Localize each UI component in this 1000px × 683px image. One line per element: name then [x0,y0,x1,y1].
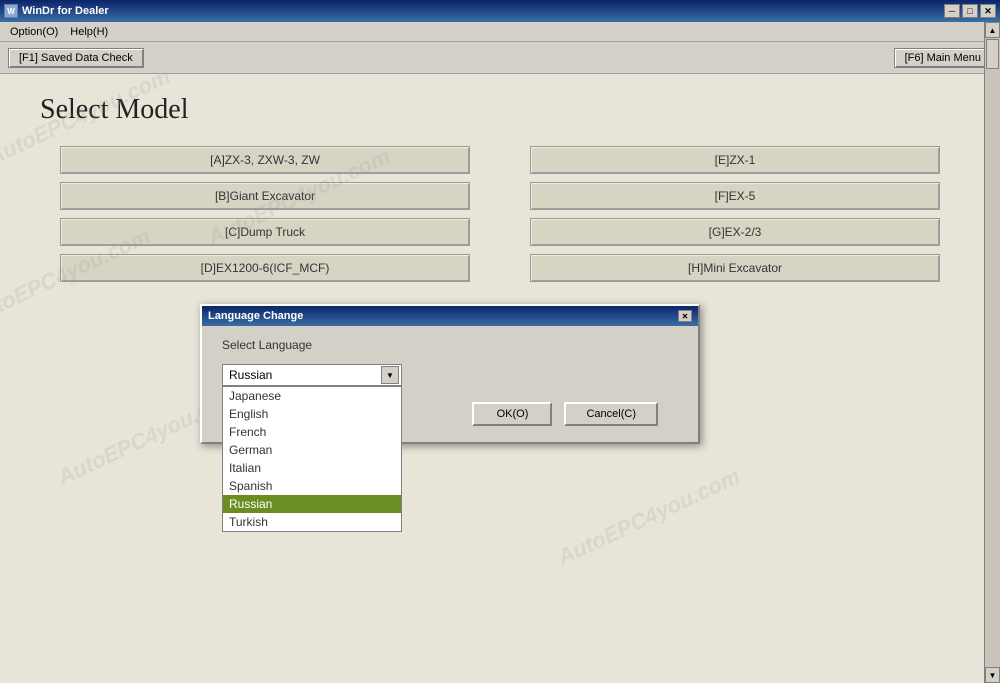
window-titlebar: W WinDr for Dealer ─ □ ✕ [0,0,1000,22]
saved-data-check-button[interactable]: [F1] Saved Data Check [8,48,144,68]
menu-option[interactable]: Option(O) [4,25,64,39]
select-arrow-icon[interactable]: ▼ [381,366,399,384]
model-button-F[interactable]: [F]EX-5 [530,182,940,210]
maximize-button[interactable]: □ [962,4,978,18]
dropdown-item-german[interactable]: German [223,441,401,459]
main-menu-button[interactable]: [F6] Main Menu [894,48,992,68]
menu-help[interactable]: Help(H) [64,25,114,39]
model-button-E[interactable]: [E]ZX-1 [530,146,940,174]
language-dropdown-list: Japanese English French German Italian S… [222,386,402,532]
titlebar-controls: ─ □ ✕ [944,4,996,18]
dialog-title: Language Change [208,310,303,322]
toolbar: [F1] Saved Data Check [F6] Main Menu [0,42,1000,74]
dropdown-item-french[interactable]: French [223,423,401,441]
scrollbar-thumb[interactable] [986,39,999,69]
model-grid: [A]ZX-3, ZXW-3, ZW [E]ZX-1 [B]Giant Exca… [60,146,940,282]
page-title: Select Model [40,94,960,126]
titlebar-title-group: W WinDr for Dealer [4,4,109,18]
model-button-C[interactable]: [C]Dump Truck [60,218,470,246]
dropdown-item-turkish[interactable]: Turkish [223,513,401,531]
model-button-B[interactable]: [B]Giant Excavator [60,182,470,210]
close-button[interactable]: ✕ [980,4,996,18]
language-select-container: Russian ▼ Japanese English French German… [222,364,678,386]
window-title: WinDr for Dealer [22,5,109,17]
main-content: AutoEPC4you.com AutoEPC4you.com AutoEPC4… [0,74,1000,683]
language-change-dialog: Language Change ✕ Select Language Russia… [200,304,700,444]
app-icon: W [4,4,18,18]
dialog-close-button[interactable]: ✕ [678,310,692,322]
dialog-body: Select Language Russian ▼ Japanese Engli… [202,326,698,442]
model-button-A[interactable]: [A]ZX-3, ZXW-3, ZW [60,146,470,174]
dropdown-item-spanish[interactable]: Spanish [223,477,401,495]
language-select-value: Russian [229,368,272,382]
model-button-D[interactable]: [D]EX1200-6(ICF_MCF) [60,254,470,282]
model-button-H[interactable]: [H]Mini Excavator [530,254,940,282]
minimize-button[interactable]: ─ [944,4,960,18]
model-button-G[interactable]: [G]EX-2/3 [530,218,940,246]
dialog-ok-button[interactable]: OK(O) [472,402,552,426]
dropdown-item-japanese[interactable]: Japanese [223,387,401,405]
dropdown-item-russian[interactable]: Russian [223,495,401,513]
watermark-6: AutoEPC4you.com [554,463,744,570]
dropdown-item-english[interactable]: English [223,405,401,423]
language-select-field[interactable]: Russian ▼ [222,364,402,386]
dialog-cancel-button[interactable]: Cancel(C) [564,402,658,426]
scroll-down-button[interactable]: ▼ [985,667,1000,683]
scrollbar-track[interactable] [985,38,1000,667]
vertical-scrollbar: ▲ ▼ [984,22,1000,683]
dialog-titlebar: Language Change ✕ [202,306,698,326]
menubar: Option(O) Help(H) [0,22,1000,42]
dropdown-item-italian[interactable]: Italian [223,459,401,477]
scroll-up-button[interactable]: ▲ [985,22,1000,38]
dialog-select-label: Select Language [222,338,678,352]
